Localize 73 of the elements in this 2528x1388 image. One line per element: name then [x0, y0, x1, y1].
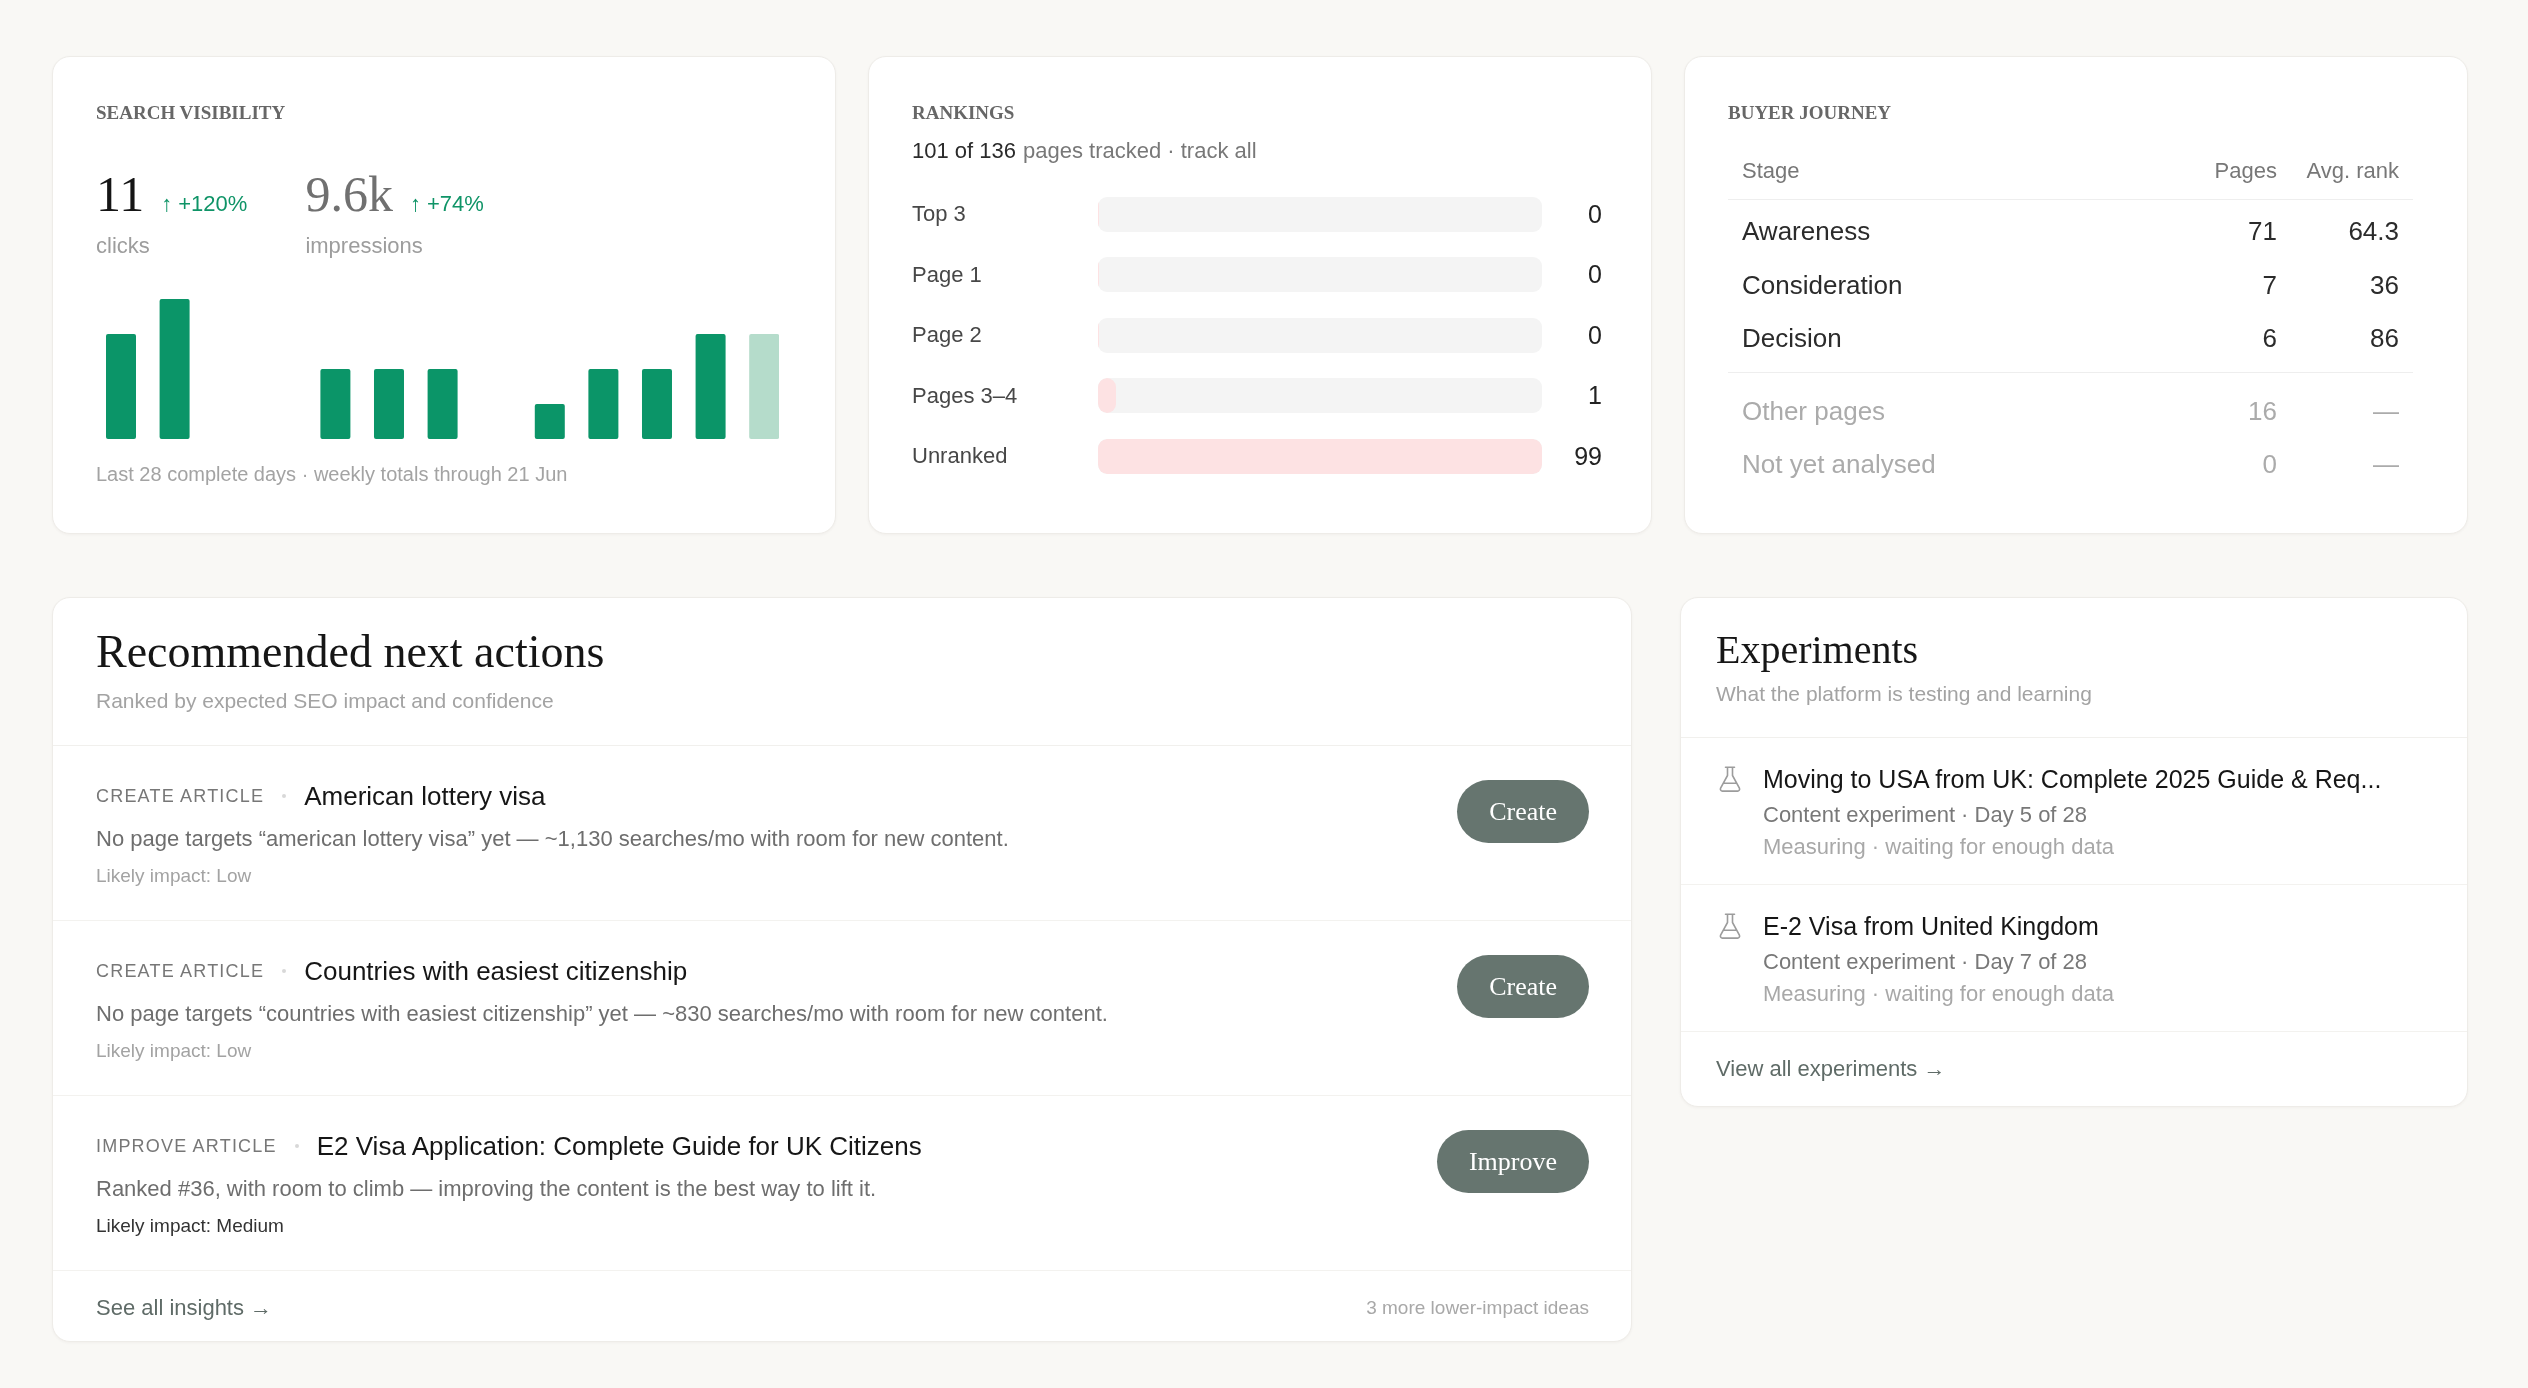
- impact-note: Likely impact: Low: [96, 864, 253, 888]
- experiment-title: Moving to USA from UK: Complete 2025 Guide & Req...: [1763, 764, 2382, 794]
- action-title: American lottery visa: [304, 780, 546, 812]
- metric-change: ↑ +74%: [409, 191, 484, 217]
- more-ideas-note: 3 more lower-impact ideas: [1366, 1296, 1589, 1320]
- action-type: CREATE ARTICLE: [96, 960, 265, 982]
- action-description: No page targets “american lottery visa” yet — ~1,130 searches/mo with room for new content.: [96, 825, 1010, 853]
- rank-count: 1: [1587, 381, 1603, 411]
- page-count: 6: [2261, 323, 2277, 355]
- chart-caption: Last 28 complete days · weekly totals through 21 Jun: [96, 462, 569, 487]
- metric-label: clicks: [96, 233, 151, 259]
- rank-count: 99: [1573, 441, 1603, 471]
- column-header: Avg. rank: [2305, 157, 2399, 185]
- experiment-meta: Content experiment · Day 7 of 28: [1763, 948, 2089, 976]
- average-rank: —: [2372, 395, 2399, 427]
- card-title: RANKINGS: [912, 101, 1016, 124]
- panel-title: Experiments: [1716, 626, 1920, 674]
- metric-value: 9.6k: [305, 169, 393, 219]
- tracked-count: 101 of 136: [912, 138, 1016, 164]
- action-type: CREATE ARTICLE: [96, 785, 265, 807]
- stage-name: Decision: [1742, 323, 1843, 355]
- average-rank: 64.3: [2347, 216, 2399, 248]
- separator-dot-icon: [294, 1144, 299, 1148]
- experiment-status: Measuring · waiting for enough data: [1763, 980, 2114, 1008]
- column-header: Pages: [2213, 157, 2277, 185]
- impact-note: Likely impact: Medium: [96, 1214, 285, 1238]
- action-button[interactable]: Improve: [1436, 1130, 1589, 1193]
- card-title: SEARCH VISIBILITY: [96, 101, 287, 124]
- stage-name: Other pages: [1742, 395, 1887, 427]
- rank-label: Page 1: [912, 261, 983, 288]
- action-button[interactable]: Create: [1457, 780, 1589, 843]
- separator-dot-icon: [282, 969, 287, 973]
- card-title: BUYER JOURNEY: [1728, 101, 1893, 124]
- action-description: Ranked #36, with room to climb — improving the content is the best way to lift it.: [96, 1175, 878, 1203]
- flask-icon: [1719, 766, 1741, 792]
- impact-note: Likely impact: Low: [96, 1039, 253, 1063]
- rank-label: Page 2: [912, 322, 983, 349]
- average-rank: 36: [2369, 269, 2399, 301]
- panel-subtitle: What the platform is testing and learning: [1716, 681, 2093, 707]
- flask-icon: [1719, 913, 1741, 939]
- page-count: 71: [2247, 216, 2277, 248]
- page-count: 7: [2261, 269, 2277, 301]
- stage-name: Not yet analysed: [1742, 449, 1937, 481]
- rank-count: 0: [1587, 260, 1603, 290]
- action-button[interactable]: Create: [1457, 955, 1589, 1018]
- stage-name: Consideration: [1742, 269, 1904, 301]
- action-description: No page targets “countries with easiest citizenship” yet — ~830 searches/mo with room for new content.: [96, 1000, 1109, 1028]
- rank-count: 0: [1587, 199, 1603, 229]
- view-all-link[interactable]: View all experiments →: [1716, 1056, 1946, 1081]
- stage-name: Awareness: [1742, 216, 1872, 248]
- rank-label: Top 3: [912, 201, 967, 228]
- metric-label: impressions: [305, 233, 424, 259]
- panel-title: Recommended next actions: [96, 625, 606, 679]
- action-title: Countries with easiest citizenship: [304, 955, 688, 987]
- rank-label: Pages 3–4: [912, 382, 1019, 409]
- page-count: 0: [2261, 449, 2277, 481]
- action-title: E2 Visa Application: Complete Guide for UK Citizens: [316, 1130, 922, 1162]
- metric-change: ↑ +120%: [161, 191, 248, 217]
- experiment-meta: Content experiment · Day 5 of 28: [1763, 801, 2089, 829]
- tracked-summary: pages tracked · track all: [1023, 138, 1257, 164]
- see-all-link[interactable]: See all insights →: [96, 1295, 273, 1321]
- rank-label: Unranked: [912, 443, 1009, 470]
- column-header: Stage: [1742, 157, 1801, 185]
- panel-subtitle: Ranked by expected SEO impact and confidence: [96, 688, 555, 714]
- rank-count: 0: [1587, 320, 1603, 350]
- metric-value: 11: [96, 169, 145, 219]
- average-rank: 86: [2369, 323, 2399, 355]
- experiment-status: Measuring · waiting for enough data: [1763, 833, 2115, 861]
- separator-dot-icon: [282, 794, 287, 798]
- page-count: 16: [2247, 395, 2277, 427]
- average-rank: —: [2372, 449, 2399, 481]
- experiment-title: E-2 Visa from United Kingdom: [1763, 911, 2100, 941]
- action-type: IMPROVE ARTICLE: [96, 1135, 277, 1157]
